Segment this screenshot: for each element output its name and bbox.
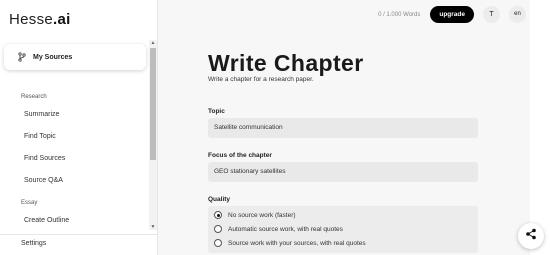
nav-section-research: Research bbox=[21, 94, 47, 100]
quality-label: Quality bbox=[208, 196, 231, 203]
right-gutter bbox=[530, 0, 550, 255]
logo-suffix: .ai bbox=[53, 11, 71, 28]
scrollbar-thumb[interactable] bbox=[150, 48, 156, 160]
quality-option-automatic[interactable]: Automatic source work, with real quotes bbox=[214, 225, 343, 233]
sidebar-item-find-sources[interactable]: Find Sources bbox=[0, 148, 148, 170]
user-avatar[interactable]: T bbox=[483, 6, 500, 23]
my-sources-label: My Sources bbox=[33, 53, 73, 61]
branch-icon bbox=[18, 52, 28, 62]
focus-label: Focus of the chapter bbox=[208, 152, 272, 159]
radio-selected-icon[interactable] bbox=[214, 211, 222, 219]
quality-option-label: Automatic source work, with real quotes bbox=[228, 225, 343, 233]
sidebar-nav: Research Summarize Find Topic Find Sourc… bbox=[0, 90, 148, 232]
quality-option-label: No source work (faster) bbox=[228, 211, 296, 219]
quality-option-label: Source work with your sources, with real… bbox=[228, 239, 366, 247]
my-sources-button[interactable]: My Sources bbox=[4, 44, 146, 70]
sidebar-divider bbox=[0, 234, 158, 235]
nav-section-essay: Essay bbox=[21, 200, 38, 206]
upgrade-button[interactable]: upgrade bbox=[430, 6, 474, 23]
quality-option-your-sources[interactable]: Source work with your sources, with real… bbox=[214, 239, 366, 247]
scroll-down-icon[interactable]: ▼ bbox=[150, 224, 156, 230]
app-logo[interactable]: Hesse.ai bbox=[9, 11, 71, 28]
sidebar: Hesse.ai My Sources Research Summarize F… bbox=[0, 0, 158, 255]
sidebar-scrollbar[interactable]: ▲ ▼ bbox=[149, 40, 157, 230]
page-title: Write Chapter bbox=[208, 50, 364, 76]
radio-icon[interactable] bbox=[214, 225, 222, 233]
sidebar-item-summarize[interactable]: Summarize bbox=[0, 104, 148, 126]
share-button[interactable] bbox=[518, 223, 544, 249]
sidebar-item-create-outline[interactable]: Create Outline bbox=[0, 210, 148, 232]
language-button[interactable]: en bbox=[509, 6, 526, 23]
word-count: 0 / 1.000 Words bbox=[378, 11, 421, 18]
quality-options: No source work (faster) Automatic source… bbox=[208, 206, 478, 253]
sidebar-item-source-qa[interactable]: Source Q&A bbox=[0, 170, 148, 192]
logo-main: Hesse bbox=[9, 11, 54, 28]
quality-option-no-source[interactable]: No source work (faster) bbox=[214, 211, 296, 219]
scroll-up-icon[interactable]: ▲ bbox=[150, 40, 156, 46]
sidebar-item-find-topic[interactable]: Find Topic bbox=[0, 126, 148, 148]
share-icon bbox=[525, 227, 537, 245]
radio-icon[interactable] bbox=[214, 239, 222, 247]
page-subtitle: Write a chapter for a research paper. bbox=[208, 76, 314, 83]
settings-link[interactable]: Settings bbox=[21, 240, 46, 247]
focus-input[interactable]: GEO stationary satellites bbox=[208, 162, 478, 182]
top-bar: 0 / 1.000 Words upgrade T en bbox=[378, 6, 526, 23]
topic-input[interactable]: Satellite communication bbox=[208, 118, 478, 138]
topic-label: Topic bbox=[208, 108, 225, 115]
